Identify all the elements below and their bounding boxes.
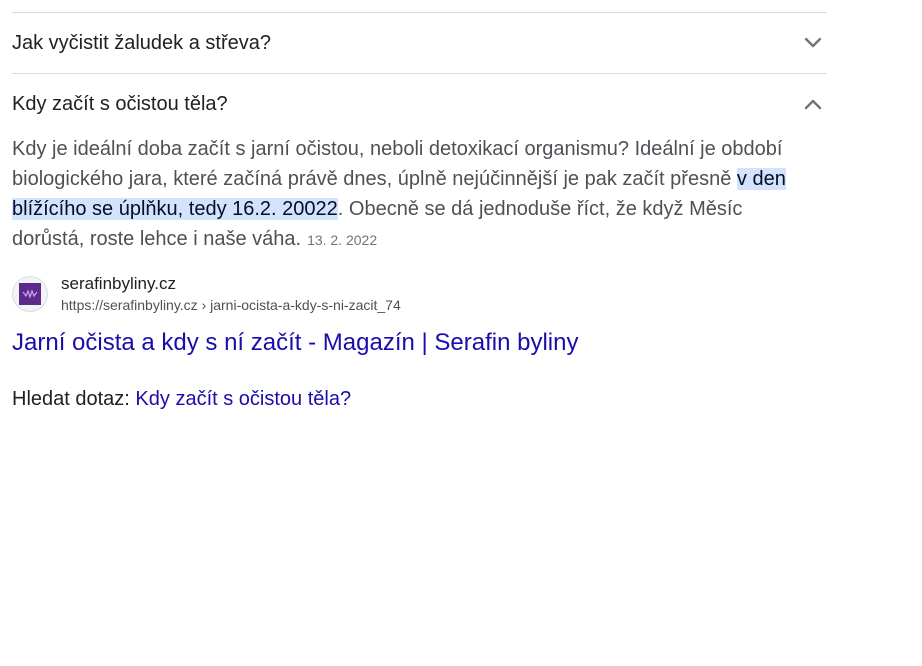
answer-date: 13. 2. 2022 xyxy=(307,232,378,248)
search-more-label: Hledat dotaz: xyxy=(12,388,130,410)
serafin-logo-icon xyxy=(19,283,41,305)
site-url: https://serafinbyliny.cz › jarni-ocista-… xyxy=(61,297,401,313)
result-title-link[interactable]: Jarní očista a kdy s ní začít - Magazín … xyxy=(12,328,827,358)
faq-question-expanded[interactable]: Kdy začít s očistou těla? xyxy=(12,74,827,134)
faq-answer: Kdy je ideální doba začít s jarní očisto… xyxy=(12,134,802,255)
faq-panel: Jak vyčistit žaludek a střeva? Kdy začít… xyxy=(12,0,827,422)
favicon-container xyxy=(12,276,48,312)
search-query-link[interactable]: Kdy začít s očistou těla? xyxy=(135,388,351,410)
question-text: Jak vyčistit žaludek a střeva? xyxy=(12,32,271,54)
chevron-up-icon[interactable] xyxy=(801,92,825,116)
answer-text: Kdy je ideální doba začít s jarní očisto… xyxy=(12,138,783,190)
source-text: serafinbyliny.cz https://serafinbyliny.c… xyxy=(61,273,401,315)
search-query-row: Hledat dotaz: Kdy začít s očistou těla? xyxy=(12,386,827,412)
question-text: Kdy začít s očistou těla? xyxy=(12,93,228,115)
faq-question-collapsed[interactable]: Jak vyčistit žaludek a střeva? xyxy=(12,13,827,73)
chevron-down-icon[interactable] xyxy=(801,31,825,55)
source-attribution[interactable]: serafinbyliny.cz https://serafinbyliny.c… xyxy=(12,273,827,315)
site-name: serafinbyliny.cz xyxy=(61,274,176,293)
